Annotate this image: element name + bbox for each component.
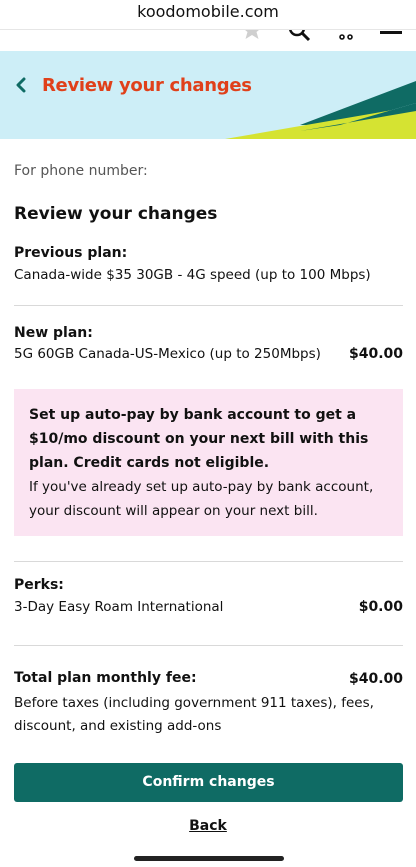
total-fee-label: Total plan monthly fee: (14, 670, 197, 686)
total-fee-note: discount, and existing add-ons (14, 718, 222, 734)
address-bar[interactable]: koodomobile.com (0, 0, 416, 30)
promo-line: $10/mo discount on your next bill with t… (29, 431, 369, 447)
chevron-left-icon[interactable] (14, 77, 28, 97)
divider (14, 645, 403, 646)
divider (14, 561, 403, 562)
review-heading: Review your changes (14, 204, 218, 224)
menu-icon[interactable] (378, 30, 404, 44)
new-plan-price: $40.00 (348, 346, 403, 362)
home-indicator (134, 856, 284, 861)
promo-line: If you've already set up auto-pay by ban… (29, 479, 374, 495)
search-icon[interactable] (287, 30, 313, 48)
promo-line: plan. Credit cards not eligible. (29, 455, 270, 471)
new-plan-label: New plan: (14, 325, 93, 341)
previous-plan-label: Previous plan: (14, 245, 128, 261)
perk-item: 3-Day Easy Roam International (14, 599, 224, 615)
promo-line: Set up auto-pay by bank account to get a (29, 407, 357, 423)
divider (14, 305, 403, 306)
page-title: Review your changes (42, 75, 252, 96)
total-fee-note: Before taxes (including government 911 t… (14, 695, 374, 711)
confirm-changes-button[interactable]: Confirm changes (14, 763, 403, 802)
page-header-banner: Review your changes (0, 51, 416, 139)
cart-icon[interactable] (335, 30, 359, 46)
promo-line: your discount will appear on your next b… (29, 503, 318, 519)
perk-price: $0.00 (358, 599, 403, 615)
star-icon[interactable] (240, 30, 264, 46)
phone-number-label: For phone number: (14, 163, 148, 179)
new-plan-description: 5G 60GB Canada-US-Mexico (up to 250Mbps) (14, 346, 321, 362)
back-link[interactable]: Back (0, 818, 416, 834)
autopay-promo-box: Set up auto-pay by bank account to get a… (14, 389, 403, 536)
site-nav (0, 30, 416, 50)
total-fee-price: $40.00 (348, 671, 403, 687)
perks-label: Perks: (14, 577, 64, 593)
previous-plan-description: Canada-wide $35 30GB - 4G speed (up to 1… (14, 267, 371, 283)
url-text: koodomobile.com (137, 2, 279, 21)
